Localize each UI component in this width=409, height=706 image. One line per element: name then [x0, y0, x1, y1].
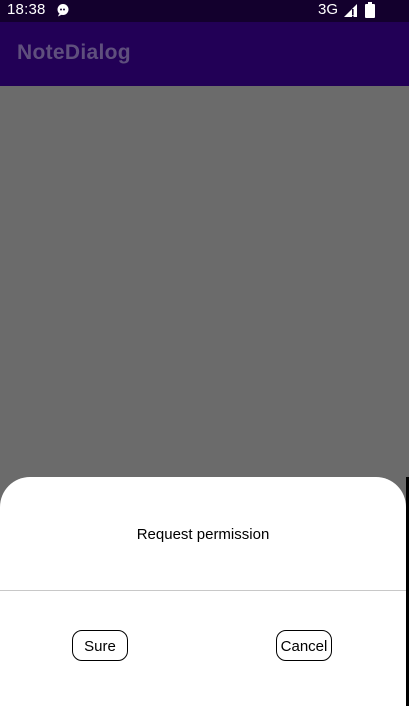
dialog-divider	[0, 590, 406, 591]
battery-icon	[365, 2, 375, 18]
status-time: 18:38	[7, 1, 46, 18]
signal-icon	[343, 3, 358, 18]
notification-icon	[56, 3, 70, 17]
network-type: 3G	[318, 1, 339, 18]
status-bar: 18:38 3G	[0, 0, 409, 22]
sure-button[interactable]: Sure	[72, 630, 128, 661]
app-bar: NoteDialog	[0, 22, 409, 86]
cancel-button[interactable]: Cancel	[276, 630, 332, 661]
phone-screen: 18:38 3G NoteDialog Request permission S…	[0, 0, 409, 706]
app-title: NoteDialog	[17, 41, 131, 64]
dialog-message: Request permission	[136, 526, 270, 543]
permission-dialog: Request permission Sure Cancel	[0, 477, 406, 706]
